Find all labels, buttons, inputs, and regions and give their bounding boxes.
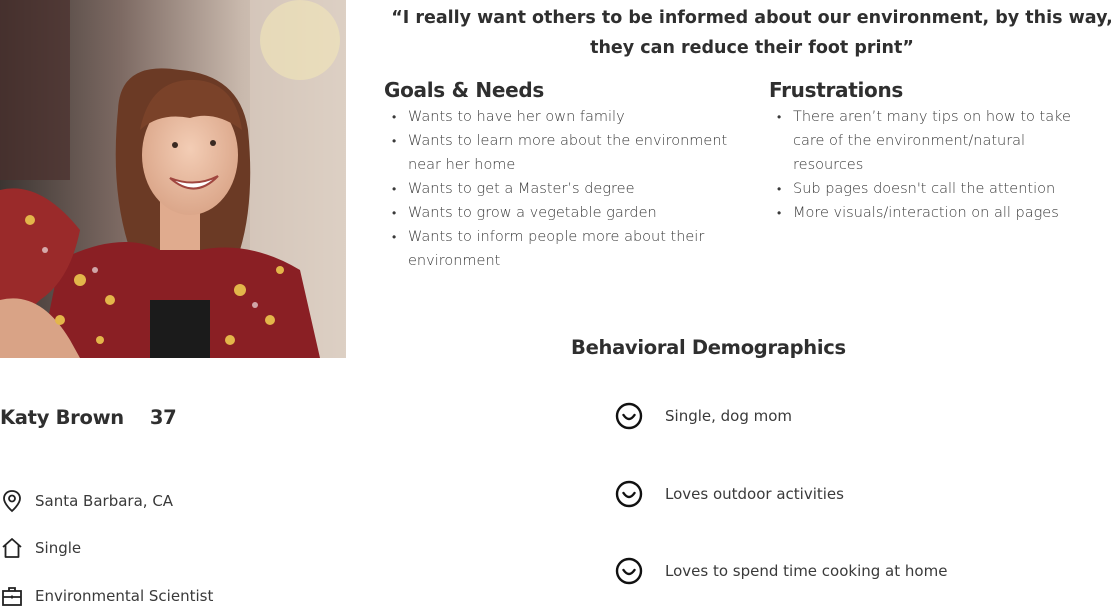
persona-photo [0, 0, 346, 358]
briefcase-icon [0, 584, 24, 608]
list-item: Wants to learn more about the environmen… [384, 129, 734, 177]
list-item: Wants to grow a vegetable garden [384, 201, 734, 225]
status-label: Single [35, 539, 82, 557]
smile-icon [615, 402, 643, 430]
frustrations-title: Frustrations [769, 78, 904, 102]
occupation-label: Environmental Scientist [35, 587, 214, 605]
persona-name-row: Katy Brown 37 [0, 406, 177, 429]
frustrations-section: Frustrations There aren’t many tips on h… [769, 77, 1089, 225]
persona-age: 37 [149, 406, 177, 429]
behavioral-demographics-title: Behavioral Demographics [571, 336, 846, 359]
list-item: More visuals/interaction on all pages [769, 201, 1089, 225]
status-row: Single [0, 536, 81, 560]
smile-icon [615, 480, 643, 508]
smile-icon [615, 557, 643, 585]
behavioral-item: Single, dog mom [615, 402, 792, 430]
home-icon [0, 536, 24, 560]
goals-needs-title: Goals & Needs [384, 78, 544, 102]
location-row: Santa Barbara, CA [0, 489, 173, 513]
goals-needs-section: Goals & Needs Wants to have her own fami… [384, 77, 734, 273]
behavioral-item: Loves outdoor activities [615, 480, 844, 508]
list-item: Wants to inform people more about their … [384, 225, 734, 273]
persona-name: Katy Brown [0, 406, 124, 429]
goals-needs-list: Wants to have her own family Wants to le… [384, 105, 734, 273]
persona-quote: “I really want others to be informed abo… [391, 8, 1113, 58]
list-item: Wants to get a Master’s degree [384, 177, 734, 201]
location-pin-icon [0, 489, 24, 513]
list-item: Wants to have her own family [384, 105, 734, 129]
location-label: Santa Barbara, CA [35, 492, 174, 510]
behavioral-item-label: Loves outdoor activities [665, 485, 844, 503]
behavioral-item-label: Single, dog mom [665, 407, 793, 425]
frustrations-list: There aren’t many tips on how to take ca… [769, 105, 1089, 225]
list-item: There aren’t many tips on how to take ca… [769, 105, 1089, 177]
behavioral-item: Loves to spend time cooking at home [615, 557, 947, 585]
behavioral-item-label: Loves to spend time cooking at home [665, 562, 948, 580]
occupation-row: Environmental Scientist [0, 584, 213, 608]
list-item: Sub pages doesn't call the attention [769, 177, 1089, 201]
